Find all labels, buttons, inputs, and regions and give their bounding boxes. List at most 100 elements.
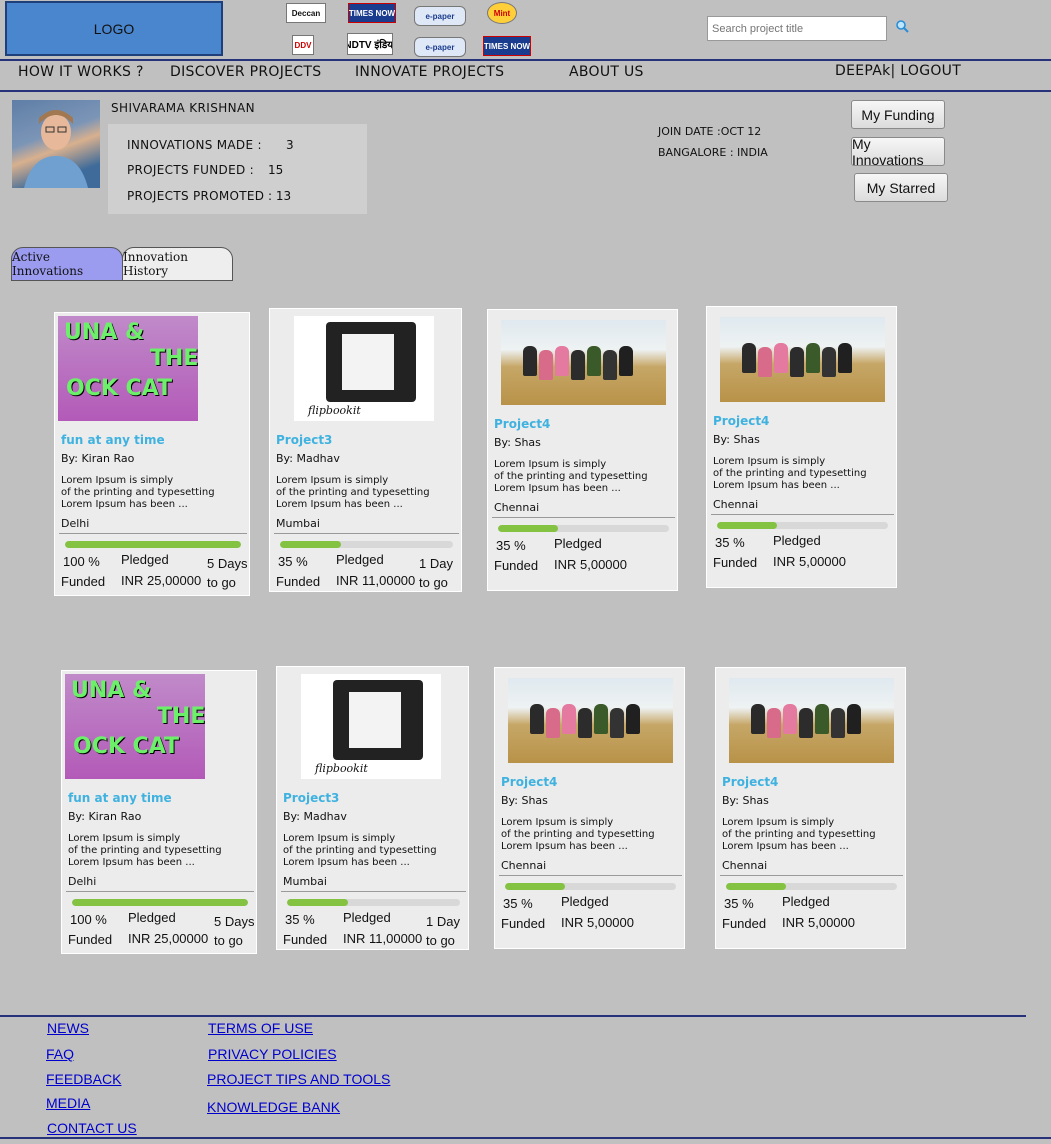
footer-link-faq[interactable]: FAQ <box>46 1046 74 1062</box>
progress-bar <box>72 899 248 906</box>
footer-link-knowledge[interactable]: KNOWLEDGE BANK <box>207 1099 340 1115</box>
project-title[interactable]: Project4 <box>713 414 769 428</box>
nav-discover-projects[interactable]: DISCOVER PROJECTS <box>170 64 321 80</box>
person-figure <box>831 708 845 738</box>
project-title[interactable]: Project4 <box>501 775 557 789</box>
pledged-amount: INR 11,00000 <box>343 931 423 946</box>
media-logo-epaper-2[interactable]: e-paper <box>414 37 466 57</box>
project-desc-line: Lorem Ipsum is simply <box>501 817 614 828</box>
logo[interactable]: LOGO <box>5 1 223 56</box>
tab-innovation-history[interactable]: Innovation History <box>122 247 233 281</box>
project-image[interactable]: flipbookit <box>301 674 441 779</box>
footer-link-media[interactable]: MEDIA <box>46 1095 90 1111</box>
project-author: By: Shas <box>494 436 541 449</box>
footer-link-news[interactable]: NEWS <box>47 1020 89 1036</box>
project-author: By: Shas <box>501 794 548 807</box>
days-label: to go <box>207 575 236 590</box>
project-title[interactable]: Project4 <box>494 417 550 431</box>
project-location: Chennai <box>501 859 547 872</box>
person-figure <box>571 350 585 380</box>
footer-link-privacy[interactable]: PRIVACY POLICIES <box>208 1046 337 1062</box>
project-card[interactable]: Project4 By: Shas Lorem Ipsum is simply of … <box>715 667 906 949</box>
band-artwork-text: UNA & <box>64 320 145 345</box>
project-title[interactable]: Project4 <box>722 775 778 789</box>
card-divider <box>66 891 254 892</box>
nav-innovate-projects[interactable]: INNOVATE PROJECTS <box>355 64 504 80</box>
project-card[interactable]: Project4 By: Shas Lorem Ipsum is simply of … <box>487 309 678 591</box>
project-card[interactable]: UNA & THE OCK CAT fun at any time By: Kiran … <box>54 312 250 596</box>
pledged-label: Pledged <box>128 910 176 925</box>
media-logo-mint[interactable]: Mint <box>487 2 517 24</box>
pledged-amount: INR 25,00000 <box>121 573 202 588</box>
project-desc-line: Lorem Ipsum is simply <box>722 817 835 828</box>
funded-label: Funded <box>68 932 113 947</box>
pledged-label: Pledged <box>773 533 821 548</box>
person-figure <box>751 704 765 734</box>
project-image[interactable] <box>508 678 673 763</box>
project-image[interactable] <box>720 317 885 402</box>
nav-user-logout[interactable]: DEEPAk| LOGOUT <box>835 63 961 79</box>
progress-bar <box>287 899 460 906</box>
media-logo-epaper[interactable]: e-paper <box>414 6 466 26</box>
project-image[interactable] <box>729 678 894 763</box>
my-innovations-button[interactable]: My Innovations <box>851 136 945 168</box>
project-title[interactable]: fun at any time <box>68 791 172 805</box>
my-funding-button[interactable]: My Funding <box>851 100 945 129</box>
footer-link-tips[interactable]: PROJECT TIPS AND TOOLS <box>207 1071 390 1087</box>
days-label: to go <box>214 933 243 948</box>
project-title[interactable]: Project3 <box>276 433 332 447</box>
project-card[interactable]: Project4 By: Shas Lorem Ipsum is simply of … <box>706 306 897 588</box>
project-desc-line: Lorem Ipsum has been ... <box>713 480 840 491</box>
days-left: 1 Day <box>426 914 460 929</box>
nav-about-us[interactable]: ABOUT US <box>569 64 644 80</box>
person-figure <box>530 704 544 734</box>
pledged-amount: INR 5,00000 <box>554 557 627 572</box>
project-card[interactable]: flipbookit Project3 By: Madhav Lorem Ipsum … <box>276 666 469 950</box>
project-title[interactable]: fun at any time <box>61 433 165 447</box>
media-logo-ddv[interactable]: DDV <box>292 35 314 55</box>
band-artwork-text: OCK CAT <box>73 734 180 759</box>
band-artwork-text: UNA & <box>71 678 152 703</box>
search-icon[interactable] <box>895 19 909 33</box>
funded-percent: 35 % <box>496 538 526 553</box>
band-artwork-text: THE <box>150 346 199 371</box>
person-figure <box>838 343 852 373</box>
media-logo-deccan[interactable]: Deccan <box>286 3 326 23</box>
project-image[interactable] <box>501 320 666 405</box>
project-card[interactable]: flipbookit Project3 By: Madhav Lorem Ipsum … <box>269 308 462 592</box>
project-image[interactable]: UNA & THE OCK CAT <box>58 316 198 421</box>
band-artwork-text: THE <box>157 704 206 729</box>
header-rule <box>0 59 1051 61</box>
project-image[interactable]: flipbookit <box>294 316 434 421</box>
project-author: By: Madhav <box>276 452 340 465</box>
person-figure <box>815 704 829 734</box>
footer-link-terms[interactable]: TERMS OF USE <box>208 1020 313 1036</box>
avatar <box>12 100 100 188</box>
my-starred-button[interactable]: My Starred <box>854 173 948 202</box>
project-card[interactable]: UNA & THE OCK CAT fun at any time By: Kiran … <box>61 670 257 954</box>
progress-bar <box>280 541 453 548</box>
project-desc-line: Lorem Ipsum is simply <box>61 475 174 486</box>
person-figure <box>626 704 640 734</box>
project-desc-line: of the printing and typesetting <box>283 845 437 856</box>
nav-how-it-works[interactable]: HOW IT WORKS ? <box>18 64 144 80</box>
tab-active-innovations[interactable]: Active Innovations <box>11 247 123 281</box>
project-location: Delhi <box>61 517 90 530</box>
media-logo-timesnow-2[interactable]: TIMES NOW <box>483 36 531 56</box>
funded-label: Funded <box>494 558 539 573</box>
project-desc-line: Lorem Ipsum has been ... <box>276 499 403 510</box>
media-logo-timesnow[interactable]: TIMES NOW <box>348 3 396 23</box>
person-figure <box>546 708 560 738</box>
flipbook-artwork <box>349 692 401 748</box>
project-card[interactable]: Project4 By: Shas Lorem Ipsum is simply of … <box>494 667 685 949</box>
footer-link-contact[interactable]: CONTACT US <box>47 1120 137 1136</box>
project-desc-line: Lorem Ipsum has been ... <box>722 841 849 852</box>
search-input[interactable] <box>707 16 887 41</box>
project-title[interactable]: Project3 <box>283 791 339 805</box>
footer-link-feedback[interactable]: FEEDBACK <box>46 1071 121 1087</box>
project-image[interactable]: UNA & THE OCK CAT <box>65 674 205 779</box>
pledged-amount: INR 5,00000 <box>561 915 634 930</box>
band-artwork-text: OCK CAT <box>66 376 173 401</box>
card-divider <box>59 533 247 534</box>
media-logo-ndtv[interactable]: NDTV इंडिया <box>347 33 393 55</box>
